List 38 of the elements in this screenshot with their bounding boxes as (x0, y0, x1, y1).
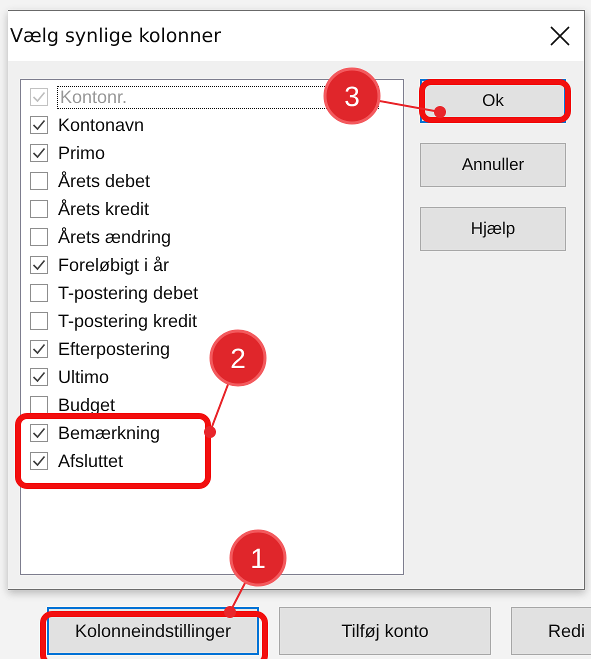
toolbar-button[interactable]: Redi (511, 607, 591, 655)
dialog-button[interactable]: Hjælp (420, 207, 566, 251)
dialog-button[interactable]: Annuller (420, 143, 566, 187)
column-label[interactable]: T-postering kredit (58, 310, 198, 330)
column-label[interactable]: T-postering debet (58, 282, 198, 302)
checkbox[interactable] (30, 312, 48, 330)
step-badge: 2 (210, 330, 266, 386)
leader-line (204, 384, 230, 438)
checkbox[interactable] (30, 368, 48, 386)
column-label[interactable]: Efterpostering (58, 338, 170, 358)
checkbox[interactable] (30, 396, 48, 414)
column-label[interactable]: Bemærkning (58, 422, 160, 442)
column-label[interactable]: Kontonavn (58, 114, 144, 134)
checkbox[interactable] (30, 172, 48, 190)
column-label[interactable]: Budget (58, 394, 116, 414)
leader-line (379, 100, 446, 118)
column-label[interactable]: Foreløbigt i år (58, 254, 170, 274)
checkbox[interactable] (30, 228, 48, 246)
checkbox[interactable] (30, 424, 48, 442)
leader-line (224, 582, 246, 618)
checkbox[interactable] (30, 116, 48, 134)
step-badge: 3 (324, 68, 380, 124)
column-label[interactable]: Primo (58, 142, 106, 162)
checkbox[interactable] (30, 144, 48, 162)
column-label[interactable]: Årets kredit (58, 198, 150, 218)
column-label[interactable]: Ultimo (58, 366, 110, 386)
column-label[interactable]: Afsluttet (58, 450, 124, 470)
column-label[interactable]: Årets debet (58, 170, 150, 190)
checkbox[interactable] (30, 284, 48, 302)
column-label[interactable]: Årets ændring (58, 226, 172, 246)
window-title: Vælg synlige kolonner (10, 25, 222, 47)
step-badge: 1 (230, 530, 286, 586)
checkbox[interactable] (30, 256, 48, 274)
checkbox[interactable] (30, 452, 48, 470)
checkbox[interactable] (30, 200, 48, 218)
close-icon[interactable] (550, 26, 570, 46)
toolbar-button[interactable]: Tilføj konto (279, 607, 491, 655)
checkbox[interactable] (30, 340, 48, 358)
